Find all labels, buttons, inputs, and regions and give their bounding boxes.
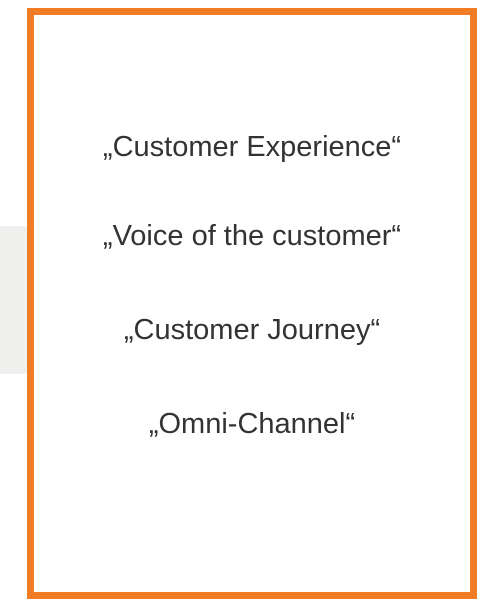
term-customer-experience: „Customer Experience“: [102, 131, 402, 163]
term-customer-journey: „Customer Journey“: [123, 314, 381, 346]
terms-frame: „Customer Experience“ „Voice of the cust…: [27, 8, 477, 599]
term-omni-channel: „Omni-Channel“: [148, 408, 356, 440]
term-voice-of-the-customer: „Voice of the customer“: [102, 220, 402, 252]
